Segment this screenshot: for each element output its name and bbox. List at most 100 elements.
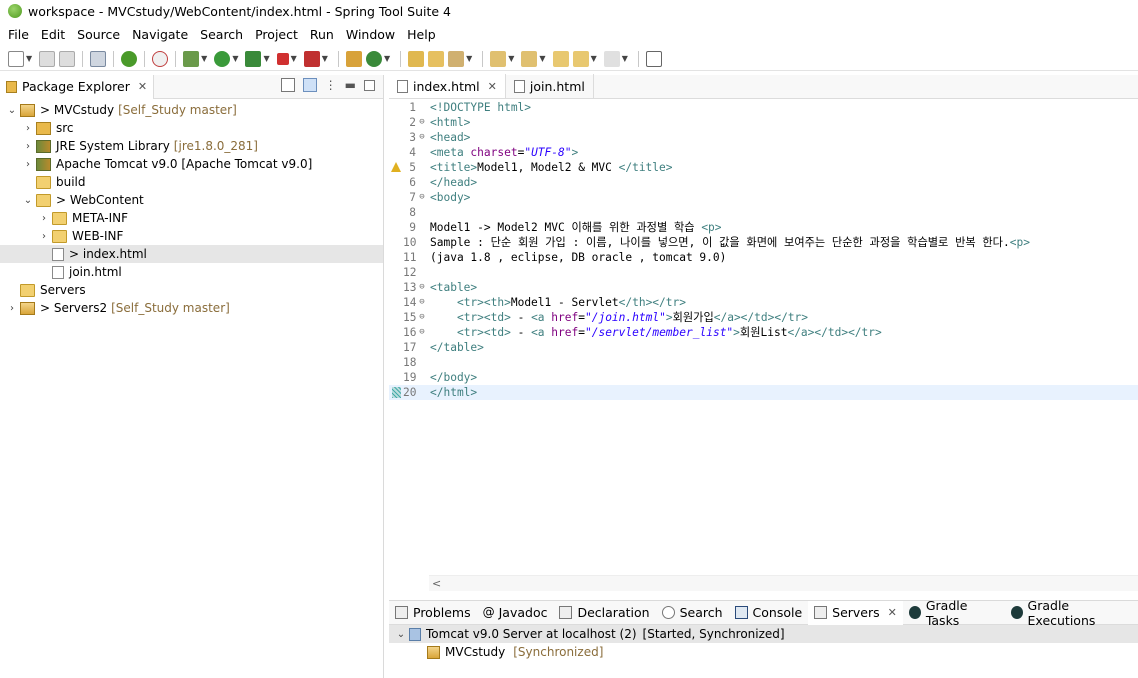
- module-row[interactable]: MVCstudy [Synchronized]: [389, 643, 1138, 661]
- tab-console[interactable]: Console: [729, 601, 809, 625]
- tree-item[interactable]: › JRE System Library [jre1.8.0_281]: [0, 137, 383, 155]
- tab-problems[interactable]: Problems: [389, 601, 477, 625]
- server-row[interactable]: ⌄ Tomcat v9.0 Server at localhost (2) [S…: [389, 625, 1138, 643]
- tab-gradle-executions[interactable]: Gradle Executions: [1005, 598, 1138, 628]
- tab-declaration[interactable]: Declaration: [553, 601, 655, 625]
- menu-run[interactable]: Run: [304, 27, 340, 42]
- close-icon[interactable]: ✕: [488, 80, 497, 93]
- menu-search[interactable]: Search: [194, 27, 249, 42]
- relaunch-icon[interactable]: [152, 50, 169, 67]
- new-package-icon[interactable]: [345, 50, 362, 67]
- chevron-icon[interactable]: ›: [38, 231, 50, 242]
- spring-boot-icon[interactable]: [121, 50, 138, 67]
- tree-item[interactable]: join.html: [0, 263, 383, 281]
- save-icon[interactable]: [39, 50, 56, 67]
- chevron-icon[interactable]: ⌄: [6, 105, 18, 116]
- debug-dropdown-icon[interactable]: ▼: [201, 54, 207, 63]
- scroll-left-icon[interactable]: <: [432, 577, 441, 590]
- tree-item[interactable]: Servers: [0, 281, 383, 299]
- open-task-icon[interactable]: [428, 50, 445, 67]
- search-dropdown-icon[interactable]: ▼: [466, 54, 472, 63]
- forward-icon[interactable]: [603, 50, 620, 67]
- stop-dropdown-icon[interactable]: ▼: [291, 54, 297, 63]
- menu-help[interactable]: Help: [401, 27, 442, 42]
- run-dropdown-icon[interactable]: ▼: [232, 54, 238, 63]
- fold-toggle-icon[interactable]: ⊖: [416, 310, 428, 325]
- menu-project[interactable]: Project: [249, 27, 304, 42]
- close-icon[interactable]: ✕: [138, 80, 147, 93]
- editor-tab[interactable]: join.html: [506, 74, 594, 98]
- code-editor[interactable]: 1 <!DOCTYPE html> 2 ⊖ <html> 3 ⊖ <head> 4 <meta c…: [389, 100, 1138, 575]
- open-perspective-icon[interactable]: [645, 50, 662, 67]
- fold-toggle-icon[interactable]: ⊖: [416, 295, 428, 310]
- back-icon[interactable]: [572, 50, 589, 67]
- menu-window[interactable]: Window: [340, 27, 401, 42]
- fold-toggle-icon[interactable]: ⊖: [416, 130, 428, 145]
- new-class-dropdown-icon[interactable]: ▼: [384, 54, 390, 63]
- previous-annotation-icon[interactable]: [521, 50, 538, 67]
- back-dropdown-icon[interactable]: ▼: [591, 54, 597, 63]
- run-icon[interactable]: [214, 50, 231, 67]
- tree-item[interactable]: › Apache Tomcat v9.0 [Apache Tomcat v9.0]: [0, 155, 383, 173]
- previous-annotation-dropdown-icon[interactable]: ▼: [539, 54, 545, 63]
- debug-icon[interactable]: [183, 50, 200, 67]
- stop-icon[interactable]: [276, 52, 289, 65]
- fold-toggle-icon[interactable]: ⊖: [416, 190, 428, 205]
- fold-toggle-icon[interactable]: ⊖: [416, 280, 428, 295]
- tree-item[interactable]: › WEB-INF: [0, 227, 383, 245]
- horizontal-scrollbar[interactable]: <: [429, 575, 1138, 591]
- menu-navigate[interactable]: Navigate: [126, 27, 194, 42]
- menu-source[interactable]: Source: [71, 27, 126, 42]
- html-file-icon: [397, 79, 408, 93]
- chevron-icon[interactable]: ›: [22, 159, 34, 170]
- code-token: 회원가입: [672, 311, 714, 324]
- editor-tab[interactable]: index.html ✕: [389, 74, 506, 98]
- tree-item[interactable]: › src: [0, 119, 383, 137]
- chevron-icon[interactable]: ›: [22, 141, 34, 152]
- expand-chevron-icon[interactable]: ⌄: [395, 629, 407, 640]
- tree-item[interactable]: › > Servers2 [Self_Study master]: [0, 299, 383, 317]
- skip-breakpoints-icon[interactable]: [90, 50, 107, 67]
- tree-item[interactable]: › META-INF: [0, 209, 383, 227]
- forward-dropdown-icon[interactable]: ▼: [622, 54, 628, 63]
- last-edit-icon[interactable]: [552, 50, 569, 67]
- tab-gradle-tasks[interactable]: Gradle Tasks: [903, 598, 1005, 628]
- next-annotation-dropdown-icon[interactable]: ▼: [508, 54, 514, 63]
- tab-package-explorer[interactable]: Package Explorer ✕: [0, 74, 155, 99]
- tree-item[interactable]: build: [0, 173, 383, 191]
- new-icon[interactable]: [8, 50, 24, 67]
- warning-icon[interactable]: [391, 162, 401, 172]
- view-menu-icon[interactable]: ⋮: [325, 78, 337, 92]
- menu-file[interactable]: File: [2, 27, 35, 42]
- new-class-icon[interactable]: [365, 50, 382, 67]
- chevron-icon[interactable]: ›: [6, 303, 18, 314]
- chevron-icon[interactable]: ›: [22, 123, 34, 134]
- tab-javadoc[interactable]: @ Javadoc: [477, 601, 554, 625]
- fold-toggle-icon[interactable]: ⊖: [416, 325, 428, 340]
- code-line: 20 </html>: [389, 385, 1138, 400]
- save-all-icon[interactable]: [59, 50, 76, 67]
- search-tool-icon[interactable]: [448, 50, 465, 67]
- chevron-icon[interactable]: ⌄: [22, 195, 34, 206]
- external-tools-icon[interactable]: [303, 50, 320, 67]
- new-dropdown-icon[interactable]: ▼: [26, 54, 32, 63]
- line-number: 15: [403, 311, 417, 324]
- link-with-editor-icon[interactable]: [302, 78, 317, 92]
- collapse-all-icon[interactable]: [280, 78, 295, 92]
- tab-servers[interactable]: Servers ✕: [808, 600, 903, 625]
- maximize-icon[interactable]: [364, 79, 375, 91]
- close-icon[interactable]: ✕: [888, 606, 897, 619]
- coverage-icon[interactable]: [245, 50, 262, 67]
- tree-item[interactable]: ⌄ > WebContent: [0, 191, 383, 209]
- minimize-icon[interactable]: ▬: [345, 78, 356, 92]
- external-tools-dropdown-icon[interactable]: ▼: [322, 54, 328, 63]
- next-annotation-icon[interactable]: [490, 50, 507, 67]
- tree-item[interactable]: > index.html: [0, 245, 383, 263]
- open-type-icon[interactable]: [408, 50, 425, 67]
- menu-edit[interactable]: Edit: [35, 27, 71, 42]
- chevron-icon[interactable]: ›: [38, 213, 50, 224]
- fold-toggle-icon[interactable]: ⊖: [416, 115, 428, 130]
- coverage-dropdown-icon[interactable]: ▼: [263, 54, 269, 63]
- tab-search[interactable]: Search: [656, 601, 729, 625]
- tree-item[interactable]: ⌄ > MVCstudy [Self_Study master]: [0, 101, 383, 119]
